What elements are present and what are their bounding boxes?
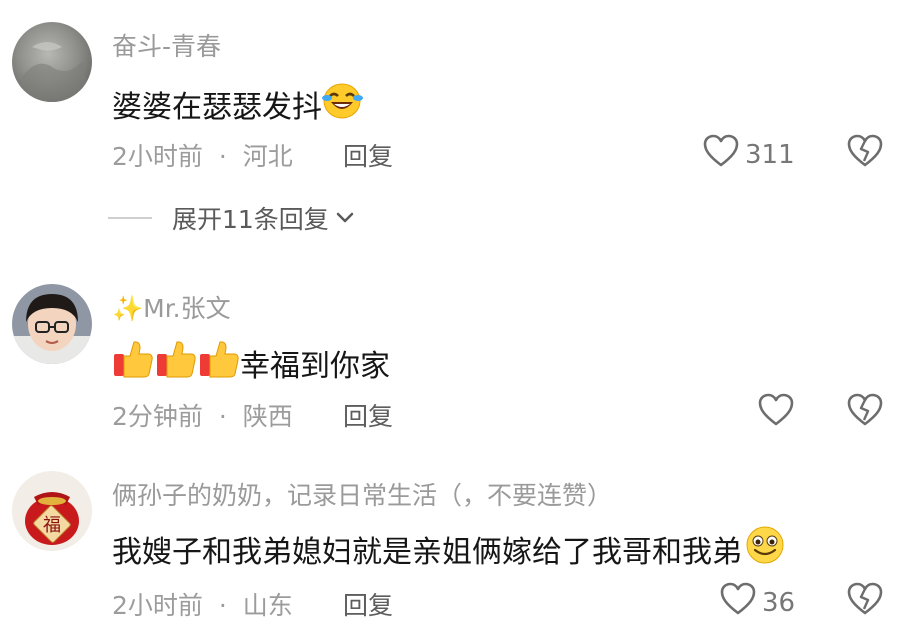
avatar[interactable]	[12, 284, 92, 364]
comment-text: 幸福到你家	[112, 338, 390, 388]
like-count: 311	[745, 139, 795, 170]
comment-time: 2小时前	[112, 142, 203, 171]
comment-location: 山东	[242, 591, 293, 620]
heart-outline-icon	[703, 134, 739, 175]
like-button[interactable]	[758, 393, 800, 434]
heart-outline-icon	[758, 393, 794, 434]
dislike-button[interactable]	[846, 393, 886, 429]
broken-heart-icon	[846, 582, 884, 620]
grinning-emoji	[744, 525, 786, 573]
comment-meta: 2小时前 · 山东	[112, 586, 293, 622]
comment-meta: 2分钟前 · 陕西	[112, 397, 293, 433]
comment-time: 2分钟前	[112, 402, 203, 431]
avatar[interactable]	[12, 22, 92, 102]
avatar[interactable]: 福	[12, 471, 92, 551]
thumbs-up-emoji	[112, 338, 240, 388]
reply-button[interactable]: 回复	[343, 397, 393, 433]
comment-text-body: 幸福到你家	[240, 349, 390, 384]
reply-button[interactable]: 回复	[343, 586, 393, 622]
reply-button[interactable]: 回复	[343, 137, 393, 173]
meta-separator: ·	[218, 402, 227, 431]
comment-time: 2小时前	[112, 591, 203, 620]
dislike-button[interactable]	[846, 134, 886, 170]
dislike-button[interactable]	[846, 582, 886, 618]
comment-text: 婆婆在瑟瑟发抖	[112, 80, 364, 128]
meta-separator: ·	[218, 591, 227, 620]
expand-replies-label: 展开11条回复	[172, 205, 329, 234]
like-button[interactable]: 36	[720, 582, 795, 623]
svg-text:福: 福	[43, 515, 61, 536]
comment-location: 陕西	[242, 402, 293, 431]
expand-divider	[108, 217, 152, 219]
comment-text-body: 婆婆在瑟瑟发抖	[112, 90, 322, 125]
like-count: 36	[762, 587, 796, 618]
laughing-crying-emoji	[322, 80, 364, 128]
comment-text: 我嫂子和我弟媳妇就是亲姐俩嫁给了我哥和我弟	[112, 525, 786, 573]
username[interactable]: 俩孙子的奶奶，记录日常生活（，不要连赞）	[112, 476, 612, 512]
username[interactable]: 奋斗-青春	[112, 27, 221, 63]
username[interactable]: ✨Mr.张文	[112, 289, 231, 325]
comment-location: 河北	[242, 142, 293, 171]
broken-heart-icon	[846, 134, 884, 172]
like-button[interactable]: 311	[703, 134, 795, 175]
expand-replies-button[interactable]: 展开11条回复	[108, 200, 355, 236]
broken-heart-icon	[846, 393, 884, 431]
chevron-down-icon	[335, 211, 355, 225]
comment-text-body: 我嫂子和我弟媳妇就是亲姐俩嫁给了我哥和我弟	[112, 535, 742, 570]
meta-separator: ·	[218, 142, 227, 171]
heart-outline-icon	[720, 582, 756, 623]
comment-meta: 2小时前 · 河北	[112, 137, 293, 173]
